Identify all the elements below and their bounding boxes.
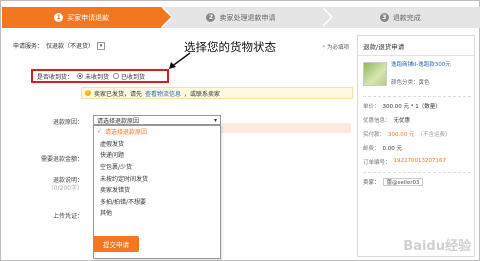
explain-hint: （0/200字） <box>47 185 83 192</box>
shipping-label: 邮费： <box>363 146 380 152</box>
submit-button[interactable]: 提交申请 <box>93 236 139 252</box>
radio-label: 未收到货 <box>85 73 110 81</box>
refund-form: 申请服务： 仅退款（不退货） ▾ * 为必填项 是否收到货： 未收到货 已收到货… <box>9 35 355 259</box>
reason-option-label: 空包裹/少货 <box>100 164 133 172</box>
step-apply: 1 买家申请退款 <box>2 7 174 28</box>
order-label: 订单编号： <box>363 160 391 166</box>
radio-label: 已收到货 <box>121 73 146 81</box>
reason-option[interactable]: 卖家发错货 <box>94 184 220 196</box>
reason-option[interactable]: 其他 <box>94 207 220 219</box>
paid-value: 300.00 元 <box>388 132 415 138</box>
baidu-watermark: Baidu经验 <box>403 239 471 254</box>
reason-option[interactable]: 空包裹/少货 <box>94 161 220 173</box>
step-seller-handle: 2 卖家处理退款申请 <box>161 7 333 28</box>
seller-row: 卖家： 蕾@seller03 <box>363 178 424 186</box>
radio-not-received[interactable]: 未收到货 <box>77 72 109 81</box>
app-frame: 1 买家申请退款 2 卖家处理退款申请 3 退款完成 申请服务： 仅退款（不退货… <box>0 0 480 261</box>
reason-option[interactable]: 快递问题 <box>94 149 220 161</box>
step-number: 1 <box>54 13 64 22</box>
step-complete: 3 退款完成 <box>320 7 480 28</box>
required-note-text: 为必填项 <box>326 45 349 51</box>
shipping-value: 0.00 元 <box>382 146 403 152</box>
chevron-down-icon: ▾ <box>213 116 217 124</box>
paid-row: 实付款： 300.00 元 （不含运费） <box>363 130 451 138</box>
seller-link[interactable]: 蕾@seller03 <box>382 178 424 186</box>
service-value: 仅退款（不退货） <box>46 43 95 50</box>
paid-label: 实付款： <box>363 132 386 138</box>
required-star-icon: * <box>322 45 326 51</box>
reason-option[interactable]: 多拍/拍错/不想要 <box>94 196 220 208</box>
divider <box>363 172 471 173</box>
promo-value: 无优惠 <box>393 118 411 124</box>
reason-option-label: 请选择退款原因 <box>105 129 148 137</box>
panel-title: 退款/退货申请 <box>358 36 474 56</box>
order-number-link[interactable]: 192270013207167 <box>394 158 447 166</box>
price-label: 单价： <box>363 104 380 110</box>
reason-option-label: 虚假发货 <box>100 140 125 148</box>
goods-status-label: 是否收到货： <box>37 73 74 81</box>
progress-steps: 1 买家申请退款 2 卖家处理退款申请 3 退款完成 <box>2 7 480 28</box>
reason-option-label: 多拍/拍错/不想要 <box>100 198 147 206</box>
order-summary-panel: 退款/退货申请 逸跑商铺II-逸跑款300元 颜色分类：黄色 单价： 300.0… <box>357 35 475 257</box>
upload-label: 上传凭证： <box>52 213 83 220</box>
radio-dot-icon <box>77 73 84 79</box>
product-name-link[interactable]: 逸跑商铺II-逸跑款300元 <box>391 62 473 69</box>
reason-label: 退款原因： <box>52 119 83 126</box>
service-label: 申请服务： <box>13 43 44 50</box>
annotation-text: 选择您的货物状态 <box>184 40 276 54</box>
reason-option-label: 其他 <box>100 210 113 218</box>
radio-dot-icon <box>113 73 120 79</box>
product-color: 颜色分类：黄色 <box>391 80 430 86</box>
divider <box>363 96 471 97</box>
reason-select[interactable]: 请选择退款原因 ▾ <box>93 115 221 125</box>
seller-label: 卖家： <box>363 180 380 186</box>
step-number: 3 <box>379 13 389 22</box>
goods-status-group: 是否收到货： 未收到货 已收到货 <box>31 69 169 83</box>
logistics-link[interactable]: 查看物流信息 <box>145 89 181 98</box>
paid-note: （不含运费） <box>417 132 451 138</box>
check-icon: ✓ <box>97 128 103 136</box>
shipping-notice: ! 卖家已发货，请先 查看物流信息 ，或联系卖家 <box>81 87 353 99</box>
service-row: 申请服务： 仅退款（不退货） ▾ <box>13 41 106 50</box>
price-row: 单价： 300.00 元 * 1（数量） <box>363 102 441 110</box>
price-value: 300.00 元 * 1（数量） <box>382 104 441 110</box>
promo-row: 优惠信息： 无优惠 <box>363 116 410 124</box>
notice-suffix: ，或联系卖家 <box>184 90 221 98</box>
required-note: * 为必填项 <box>322 43 349 51</box>
shipping-row: 邮费： 0.00 元 <box>363 144 402 152</box>
reason-option[interactable]: ✓ 请选择退款原因 <box>94 126 220 138</box>
reason-option[interactable]: 未按约定时间发货 <box>94 172 220 184</box>
promo-label: 优惠信息： <box>363 118 391 124</box>
reason-option-label: 快递问题 <box>100 152 125 160</box>
notice-text: 卖家已发货，请先 <box>94 90 143 98</box>
product-thumbnail[interactable] <box>363 62 387 86</box>
step-arrow-icon <box>161 7 172 27</box>
warning-icon: ! <box>85 90 91 96</box>
step-label: 卖家处理退款申请 <box>219 13 276 22</box>
amount-label: 需要退款金额： <box>40 156 83 163</box>
reason-option-label: 卖家发错货 <box>100 187 131 195</box>
step-label: 退款完成 <box>392 13 421 22</box>
reason-option[interactable]: 虚假发货 <box>94 138 220 150</box>
radio-received[interactable]: 已收到货 <box>113 72 145 81</box>
order-row: 订单编号： 192270013207167 <box>363 158 446 166</box>
service-change-button[interactable]: ▾ <box>97 41 106 50</box>
reason-option-label: 未按约定时间发货 <box>100 175 149 183</box>
step-label: 买家申请退款 <box>67 13 110 22</box>
step-number: 2 <box>206 13 216 22</box>
step-arrow-icon <box>320 7 331 27</box>
reason-error-bar <box>221 123 351 133</box>
reason-select-value: 请选择退款原因 <box>97 117 140 125</box>
